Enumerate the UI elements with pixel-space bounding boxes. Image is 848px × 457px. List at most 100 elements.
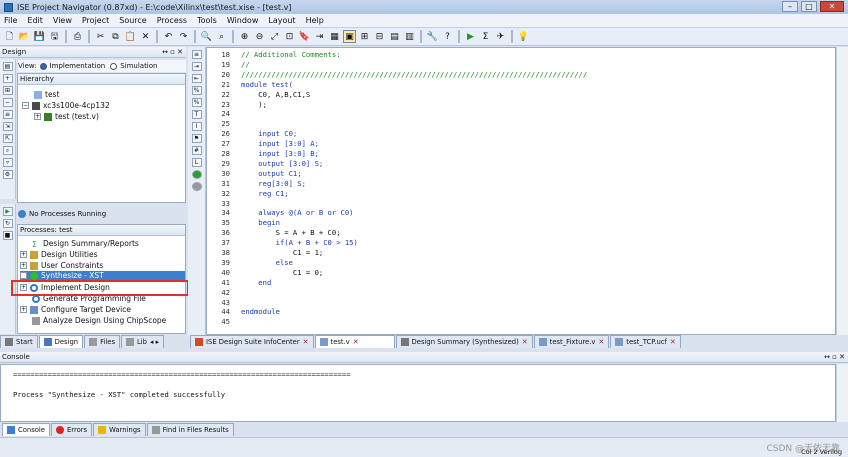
menu-help[interactable]: Help: [306, 16, 324, 25]
zoom-area-icon[interactable]: ⊡: [283, 30, 296, 43]
expand-icon[interactable]: +: [20, 262, 27, 269]
close-tab-icon[interactable]: ✕: [353, 338, 359, 346]
new-source-icon[interactable]: +: [2, 74, 13, 83]
green-run-icon[interactable]: [191, 170, 202, 179]
lightbulb-icon[interactable]: 💡: [517, 30, 530, 43]
expand-icon[interactable]: +: [34, 113, 41, 120]
language-icon[interactable]: L: [191, 158, 202, 167]
maximize-button[interactable]: □: [801, 1, 817, 12]
tab-design-summary[interactable]: Design Summary (Synthesized) ✕: [395, 335, 533, 348]
cut-icon[interactable]: ✂: [94, 30, 107, 43]
bookmark-toggle-icon[interactable]: ⚑: [191, 134, 202, 143]
expand-icon[interactable]: +: [20, 272, 27, 279]
probe-icon[interactable]: ✈: [494, 30, 507, 43]
goto-line-icon[interactable]: #: [191, 146, 202, 155]
process-synthesize[interactable]: + Synthesize - XST: [20, 271, 185, 280]
panel-icon[interactable]: ▤: [388, 30, 401, 43]
console-scrollbar[interactable]: [836, 364, 848, 422]
add-source-icon[interactable]: ⊞: [2, 86, 13, 95]
tab-start[interactable]: Start: [0, 335, 38, 348]
tab-find-results[interactable]: Find in Files Results: [146, 423, 234, 436]
find-next-icon[interactable]: ⌕: [215, 30, 228, 43]
window-icon[interactable]: ⊞: [358, 30, 371, 43]
open-folder-icon[interactable]: 📂: [18, 30, 31, 43]
collapse-icon[interactable]: −: [22, 102, 29, 109]
close-tab-icon[interactable]: ✕: [303, 338, 309, 346]
tab-test-v[interactable]: test.v ✕: [314, 335, 395, 348]
outdent-icon[interactable]: ⇤: [191, 74, 202, 83]
expand-icon[interactable]: +: [20, 306, 27, 313]
tab-warnings[interactable]: Warnings: [93, 423, 146, 436]
menu-process[interactable]: Process: [157, 16, 187, 25]
simulation-radio[interactable]: [110, 62, 118, 70]
process-configure-target[interactable]: + Configure Target Device: [20, 305, 131, 314]
menu-project[interactable]: Project: [82, 16, 109, 25]
indent-icon[interactable]: ⇥: [191, 62, 202, 71]
search-icon[interactable]: ⌕: [2, 146, 13, 155]
filter-icon[interactable]: ▿: [2, 158, 13, 167]
menu-file[interactable]: File: [4, 16, 17, 25]
align-icon[interactable]: ≡: [191, 50, 202, 59]
grid-icon[interactable]: ▦: [328, 30, 341, 43]
wrench-icon[interactable]: 🔧: [426, 30, 439, 43]
run-process-icon[interactable]: ▶: [2, 207, 13, 216]
process-user-constraints[interactable]: + User Constraints: [20, 261, 103, 270]
tab-files[interactable]: Files: [84, 335, 120, 348]
insert-icon[interactable]: I: [191, 122, 202, 131]
print-icon[interactable]: ⎙: [71, 30, 84, 43]
remove-icon[interactable]: −: [2, 98, 13, 107]
close-tab-icon[interactable]: ✕: [670, 338, 676, 346]
panel-controls-icon[interactable]: ↔ ▫ ✕: [162, 48, 186, 56]
template-icon[interactable]: T: [191, 110, 202, 119]
tab-test-fixture[interactable]: test_Fixture.v ✕: [533, 335, 610, 348]
uncomment-icon[interactable]: %: [191, 98, 202, 107]
redo-icon[interactable]: ↷: [177, 30, 190, 43]
menu-layout[interactable]: Layout: [268, 16, 295, 25]
collapse-icon[interactable]: ⇱: [2, 134, 13, 143]
hierarchy-item-top-module[interactable]: + test (test.v): [34, 112, 99, 121]
close-button[interactable]: ✕: [820, 1, 844, 12]
implementation-radio[interactable]: [39, 62, 47, 70]
menu-tools[interactable]: Tools: [197, 16, 217, 25]
tab-design[interactable]: Design: [38, 335, 84, 348]
stop-icon[interactable]: ■: [2, 231, 13, 240]
active-view-icon[interactable]: ▣: [343, 30, 356, 43]
copy-icon[interactable]: ⧉: [109, 30, 122, 43]
tab-test-ucf[interactable]: test_TCP.ucf ✕: [610, 335, 681, 348]
hierarchy-icon[interactable]: ▤: [2, 62, 13, 71]
zoom-in-icon[interactable]: ⊕: [238, 30, 251, 43]
options-icon[interactable]: ⚙: [2, 170, 13, 179]
bookmark-next-icon[interactable]: ⇥: [313, 30, 326, 43]
rerun-icon[interactable]: ↻: [2, 219, 13, 228]
find-icon[interactable]: 🔍: [200, 30, 213, 43]
bookmark-icon[interactable]: 🔖: [298, 30, 311, 43]
layout-icon[interactable]: ⊟: [373, 30, 386, 43]
tab-scroll-icon[interactable]: ◂ ▸: [150, 338, 159, 346]
menu-view[interactable]: View: [53, 16, 72, 25]
process-design-utilities[interactable]: + Design Utilities: [20, 250, 98, 259]
expand-icon[interactable]: +: [20, 251, 27, 258]
console-output[interactable]: ========================================…: [0, 364, 836, 422]
close-tab-icon[interactable]: ✕: [522, 338, 528, 346]
save-all-icon[interactable]: 🖫: [48, 30, 61, 43]
panel-right-icon[interactable]: ▥: [403, 30, 416, 43]
paste-icon[interactable]: 📋: [124, 30, 137, 43]
delete-icon[interactable]: ✕: [139, 30, 152, 43]
zoom-out-icon[interactable]: ⊖: [253, 30, 266, 43]
new-file-icon[interactable]: 🗋: [3, 30, 16, 43]
tab-errors[interactable]: Errors: [50, 423, 93, 436]
help-cursor-icon[interactable]: ?: [441, 30, 454, 43]
save-icon[interactable]: 💾: [33, 30, 46, 43]
minimize-button[interactable]: –: [782, 1, 798, 12]
process-chipscope[interactable]: Analyze Design Using ChipScope: [32, 316, 166, 325]
comment-icon[interactable]: %: [191, 86, 202, 95]
expand-all-icon[interactable]: ⇲: [2, 122, 13, 131]
gray-stop-icon[interactable]: [191, 182, 202, 191]
hierarchy-item-test[interactable]: test: [34, 90, 59, 99]
tab-infocenter[interactable]: ISE Design Suite InfoCenter ✕: [190, 335, 314, 348]
hierarchy-item-device[interactable]: − xc3s100e-4cp132: [22, 101, 110, 110]
zoom-fit-icon[interactable]: ⤢: [268, 30, 281, 43]
properties-icon[interactable]: ≡: [2, 110, 13, 119]
menu-edit[interactable]: Edit: [27, 16, 43, 25]
undo-icon[interactable]: ↶: [162, 30, 175, 43]
